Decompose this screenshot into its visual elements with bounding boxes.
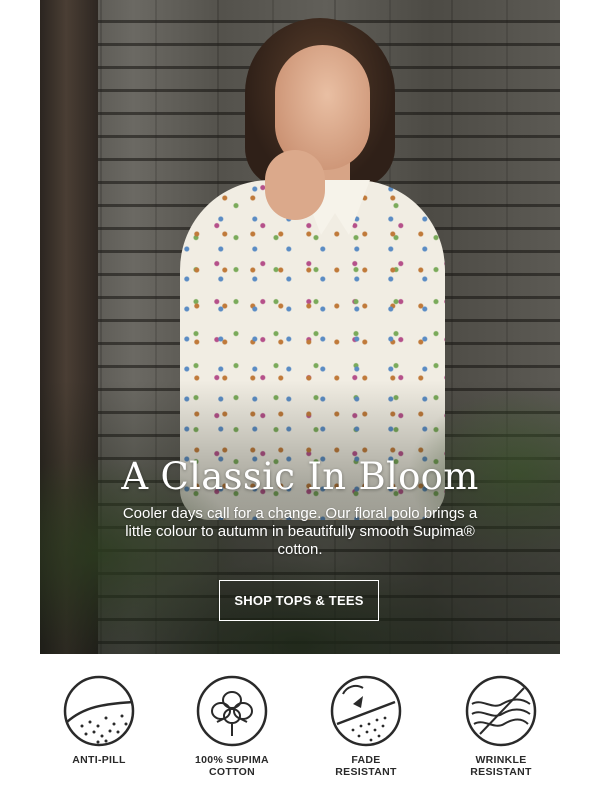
feature-supima-cotton: 100% SUPIMA COTTON (167, 674, 297, 778)
shop-tops-tees-button[interactable]: SHOP TOPS & TEES (219, 580, 379, 621)
feature-label: WRINKLE RESISTANT (470, 754, 532, 778)
fade-resistant-icon (330, 675, 402, 747)
feature-icons-row: ANTI-PILL 100% SUPIMA COTTON FADE RESIST… (0, 674, 600, 794)
feature-label: 100% SUPIMA COTTON (195, 754, 269, 778)
feature-label: ANTI-PILL (72, 754, 126, 766)
cotton-boll-icon (196, 675, 268, 747)
hero-banner[interactable]: A Classic In Bloom Cooler days call for … (40, 0, 560, 654)
hero-subcopy: Cooler days call for a change. Our flora… (122, 505, 478, 558)
feature-anti-pill: ANTI-PILL (34, 674, 164, 766)
hero-headline: A Classic In Bloom (121, 455, 479, 498)
anti-pill-icon (63, 675, 135, 747)
feature-fade-resistant: FADE RESISTANT (301, 674, 431, 778)
wrinkle-resistant-icon (465, 675, 537, 747)
feature-wrinkle-resistant: WRINKLE RESISTANT (436, 674, 566, 778)
model-hand (265, 150, 325, 220)
feature-label: FADE RESISTANT (335, 754, 397, 778)
